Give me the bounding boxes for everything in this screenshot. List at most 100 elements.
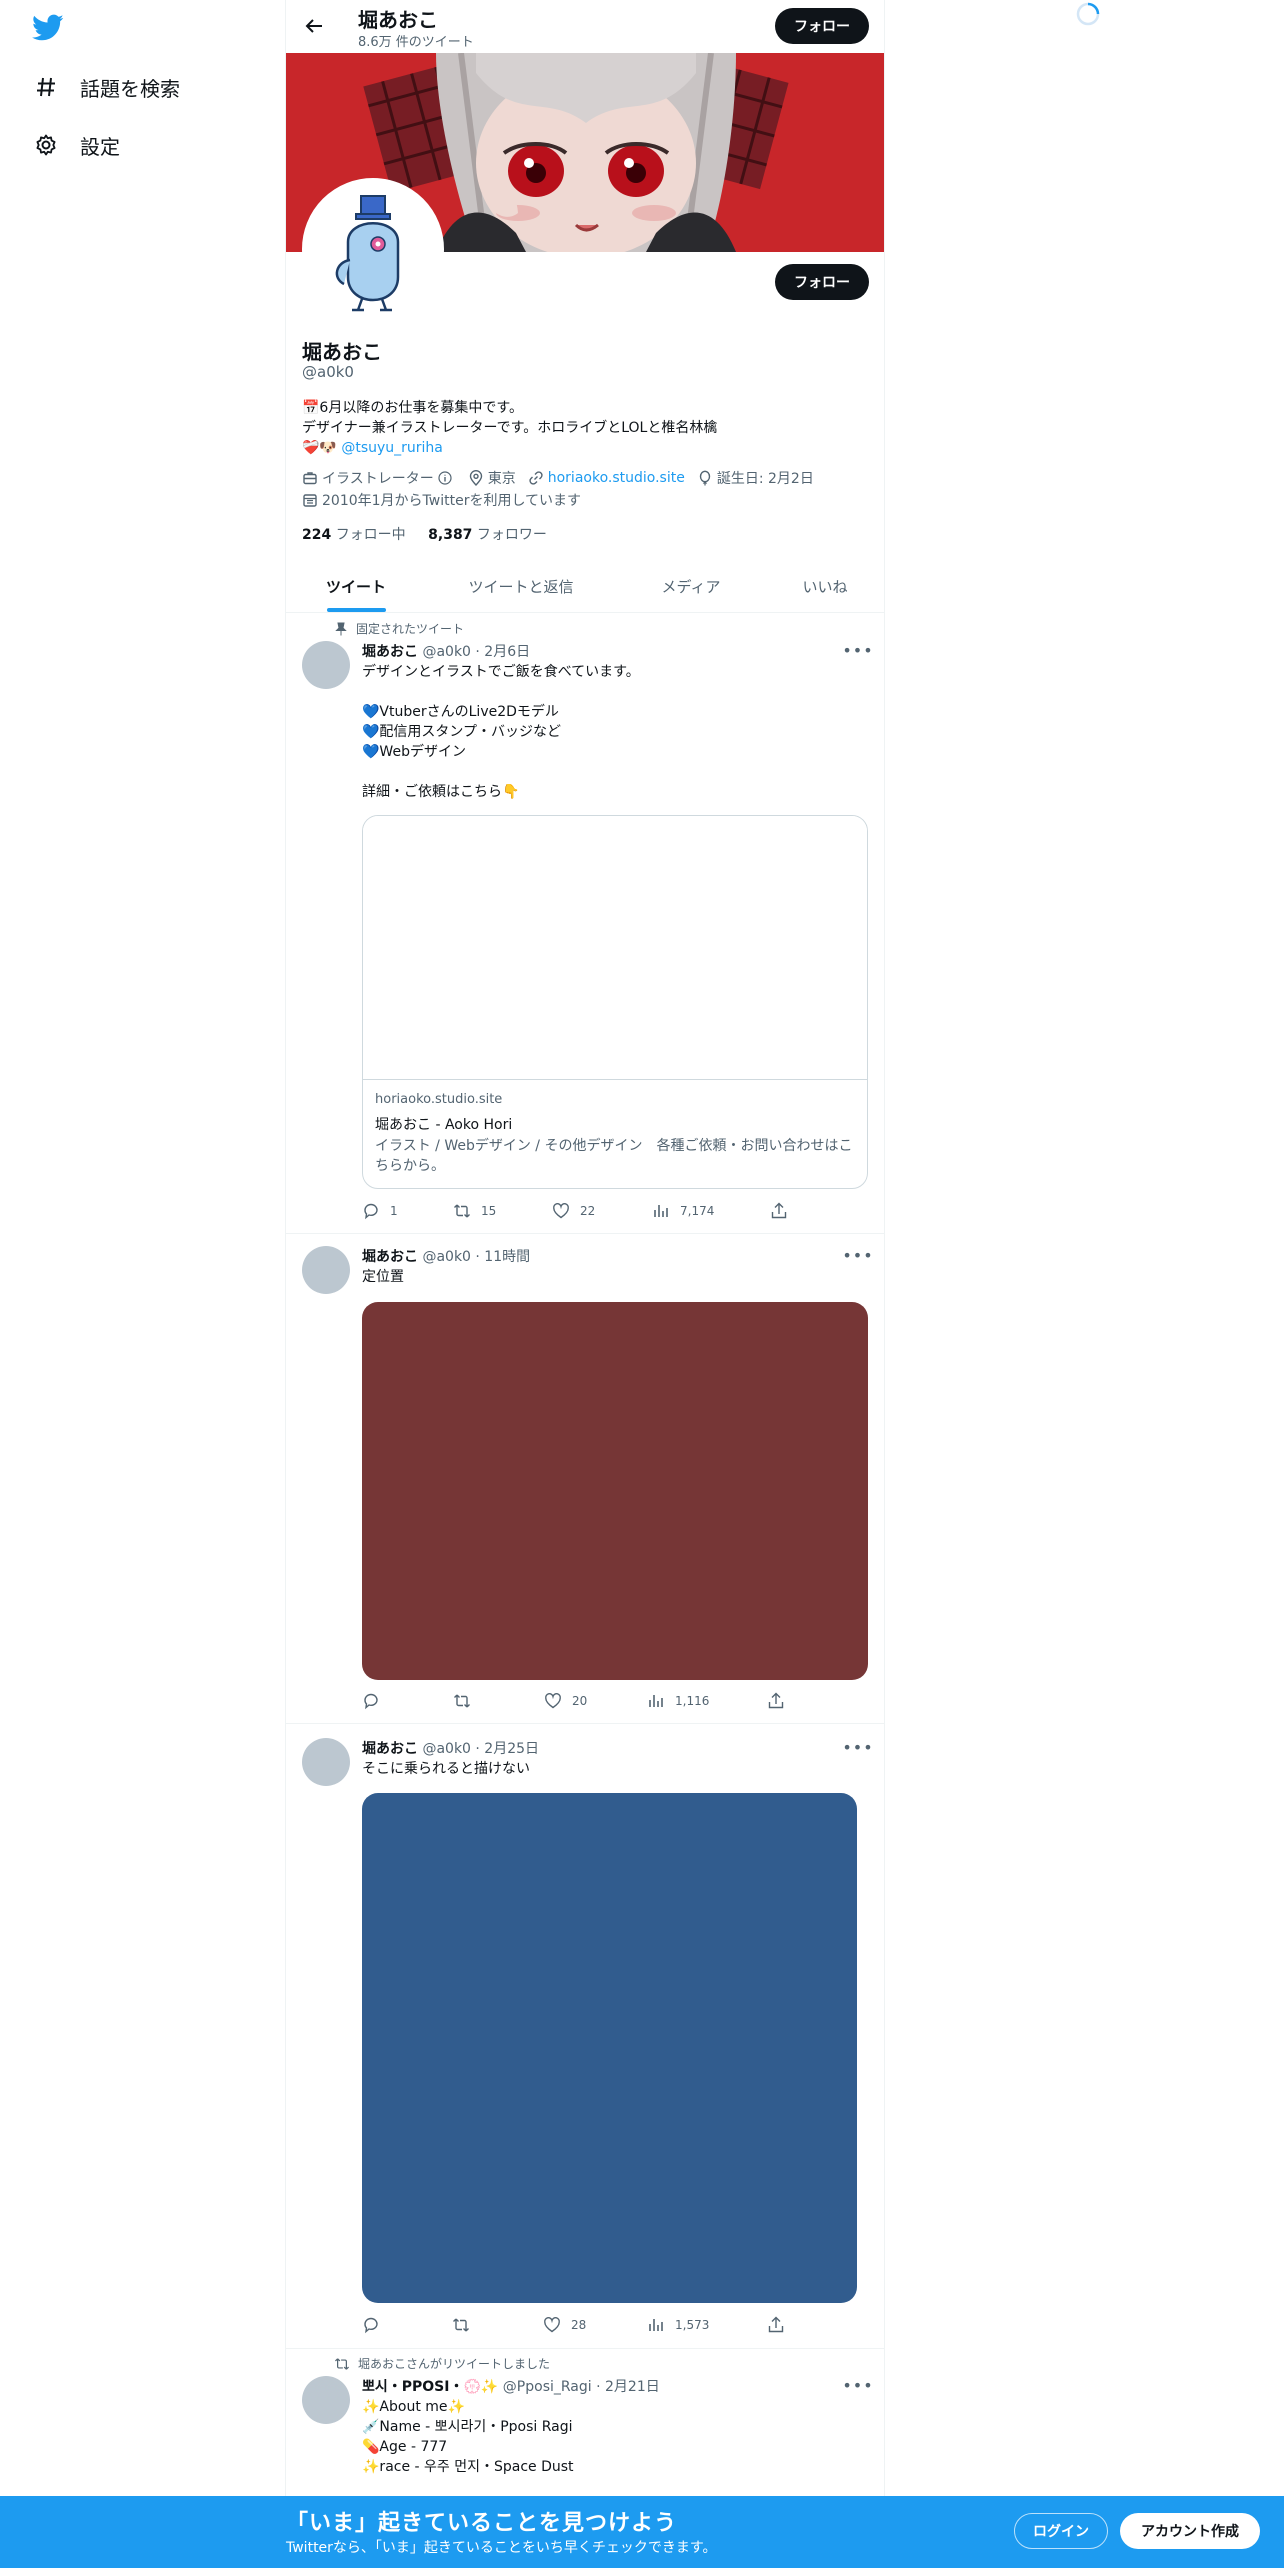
- share-button[interactable]: [767, 2316, 785, 2334]
- profile-avatar[interactable]: [302, 178, 444, 320]
- more-options-icon[interactable]: •••: [842, 1245, 872, 1265]
- heart-icon: [553, 1203, 569, 1219]
- tweet-author-meta[interactable]: @a0k0 · 2月25日: [422, 1741, 539, 1757]
- views-button[interactable]: 1,116: [647, 1692, 709, 1710]
- tweet-item[interactable]: 固定されたツイート 堀あおこ @a0k0 · 2月6日 ••• デザインとイラス…: [286, 614, 884, 1234]
- header-follow-button[interactable]: フォロー: [775, 8, 869, 44]
- view-count: 7,174: [680, 1204, 715, 1218]
- profile-website-link[interactable]: horiaoko.studio.site: [548, 470, 685, 486]
- retweet-count: 15: [481, 1204, 497, 1218]
- tab-media[interactable]: メディア: [616, 560, 766, 613]
- avatar[interactable]: [302, 1246, 350, 1294]
- profile-website: horiaoko.studio.site: [528, 470, 685, 486]
- retweet-icon: [454, 1694, 470, 1708]
- following-link[interactable]: 224 フォロー中: [302, 527, 406, 543]
- bottom-bar-subtitle: Twitterなら、「いま」起きていることをいち早くチェックできます。: [286, 2540, 717, 2556]
- signup-button[interactable]: アカウント作成: [1120, 2513, 1260, 2549]
- tweet-media-image[interactable]: [362, 1302, 868, 1680]
- tab-tweets-and-replies[interactable]: ツイートと返信: [426, 560, 616, 613]
- tweet-text: ✨About me✨ 💉Name - 뽀시라기・Pposi Ragi 💊Age …: [362, 2399, 574, 2475]
- bio-line: ❤️‍🩹🐶 @tsuyu_ruriha: [302, 438, 717, 458]
- bar-chart-icon: [649, 2319, 663, 2331]
- more-options-icon[interactable]: •••: [842, 640, 872, 660]
- tweet-media-image[interactable]: [362, 1793, 857, 2303]
- reply-button[interactable]: [362, 1692, 390, 1710]
- share-icon: [771, 1202, 787, 1219]
- avatar[interactable]: [302, 641, 350, 689]
- like-button[interactable]: 28: [543, 2316, 586, 2334]
- location-pin-icon: [469, 470, 482, 486]
- share-icon: [768, 2316, 784, 2333]
- tweet-header: 堀あおこ @a0k0 · 2月6日: [362, 641, 530, 661]
- retweet-button[interactable]: 15: [453, 1202, 496, 1220]
- like-button[interactable]: 20: [544, 1692, 587, 1710]
- tab-likes[interactable]: いいね: [766, 560, 884, 613]
- nav-settings[interactable]: 設定: [32, 125, 120, 165]
- twitter-logo-icon[interactable]: [32, 14, 64, 42]
- share-icon: [768, 1692, 784, 1709]
- nav-explore[interactable]: 話題を検索: [32, 67, 180, 107]
- tweet-header: 堀あおこ @a0k0 · 2月25日: [362, 1738, 539, 1758]
- header-name: 堀あおこ: [358, 8, 438, 32]
- profile-joined-text: 2010年1月からTwitterを利用しています: [322, 493, 582, 509]
- more-options-icon[interactable]: •••: [842, 1737, 872, 1757]
- reply-button[interactable]: 1: [362, 1202, 398, 1220]
- pin-icon: [335, 622, 347, 635]
- bio-mention-link[interactable]: @tsuyu_ruriha: [341, 440, 443, 456]
- more-options-icon[interactable]: •••: [842, 2375, 872, 2395]
- followers-count: 8,387: [428, 527, 473, 543]
- tweet-item[interactable]: 堀あおこ @a0k0 · 2月25日 ••• そこに乗られると描けない 28 1…: [286, 1724, 884, 2349]
- login-button[interactable]: ログイン: [1014, 2513, 1108, 2549]
- tweet-author-name[interactable]: 堀あおこ: [362, 1741, 418, 1757]
- retweet-button[interactable]: [452, 2316, 480, 2334]
- like-button[interactable]: 22: [552, 1202, 595, 1220]
- retweet-icon: [335, 2357, 349, 2370]
- view-count: 1,573: [675, 2318, 710, 2332]
- tweet-author-name[interactable]: 堀あおこ: [362, 1249, 418, 1265]
- reply-icon: [364, 1693, 378, 1710]
- bar-chart-icon: [649, 1695, 663, 1707]
- view-count: 1,116: [675, 1694, 710, 1708]
- retweet-icon: [454, 1204, 470, 1218]
- share-button[interactable]: [767, 1692, 785, 1710]
- views-button[interactable]: 7,174: [652, 1202, 714, 1220]
- tweet-header: 뽀시・PPOSI・💮✨ @Pposi_Ragi · 2月21日: [362, 2376, 660, 2396]
- tweet-item[interactable]: 堀あおこさんがリツイートしました 뽀시・PPOSI・💮✨ @Pposi_Ragi…: [286, 2349, 884, 2496]
- balloon-icon: [699, 470, 711, 486]
- back-arrow-icon[interactable]: [300, 12, 328, 40]
- profile-column: 堀あおこ 8.6万 件のツイート フォロー フォロー 堀あおこ @a0k0 📅6…: [285, 0, 885, 2568]
- tweet-author-name[interactable]: 뽀시・PPOSI・💮✨: [362, 2379, 498, 2395]
- bottom-bar-title: 「いま」起きていることを見つけよう: [286, 2511, 678, 2536]
- signup-bottom-bar: 「いま」起きていることを見つけよう Twitterなら、「いま」起きていることを…: [0, 2496, 1284, 2568]
- profile-handle: @a0k0: [302, 363, 354, 381]
- profile-location-text: 東京: [487, 471, 516, 487]
- retweet-context: 堀あおこさんがリツイートしました: [334, 2355, 550, 2372]
- views-button[interactable]: 1,573: [647, 2316, 709, 2334]
- tweet-text: デザインとイラストでご飯を食べています。 💙VtuberさんのLive2Dモデル…: [362, 664, 640, 800]
- profile-birthday-text: 誕生日: 2月2日: [716, 471, 814, 487]
- avatar[interactable]: [302, 1738, 350, 1786]
- profile-birthday: 誕生日: 2月2日: [697, 468, 814, 488]
- link-card[interactable]: horiaoko.studio.site 堀あおこ - Aoko Hori イラ…: [362, 815, 868, 1189]
- tweet-author-meta[interactable]: @a0k0 · 2月6日: [422, 644, 530, 660]
- info-icon[interactable]: [438, 471, 452, 485]
- header-tweet-count: 8.6万 件のツイート: [358, 35, 474, 50]
- tweet-item[interactable]: 堀あおこ @a0k0 · 11時間 ••• 定位置 20 1,116: [286, 1234, 884, 1724]
- followers-link[interactable]: 8,387 フォロワー: [428, 527, 547, 543]
- profile-follow-button[interactable]: フォロー: [775, 264, 869, 300]
- hashtag-icon: [32, 73, 60, 101]
- avatar[interactable]: [302, 2376, 350, 2424]
- profile-meta-row: イラストレーター 東京 horiaoko.studio.site 誕生日: 2月…: [302, 468, 826, 488]
- reply-icon: [364, 1203, 378, 1220]
- tweet-author-meta[interactable]: @Pposi_Ragi · 2月21日: [503, 2379, 660, 2395]
- tweet-header: 堀あおこ @a0k0 · 11時間: [362, 1246, 530, 1266]
- share-button[interactable]: [770, 1202, 788, 1220]
- reply-count: 1: [390, 1204, 398, 1218]
- retweet-button[interactable]: [453, 1692, 481, 1710]
- tweet-author-meta[interactable]: @a0k0 · 11時間: [422, 1249, 530, 1265]
- reply-button[interactable]: [362, 2316, 390, 2334]
- reply-icon: [364, 2317, 378, 2334]
- tweet-author-name[interactable]: 堀あおこ: [362, 644, 418, 660]
- tab-tweets[interactable]: ツイート: [286, 560, 426, 613]
- profile-header-bar: 堀あおこ 8.6万 件のツイート フォロー: [286, 0, 884, 53]
